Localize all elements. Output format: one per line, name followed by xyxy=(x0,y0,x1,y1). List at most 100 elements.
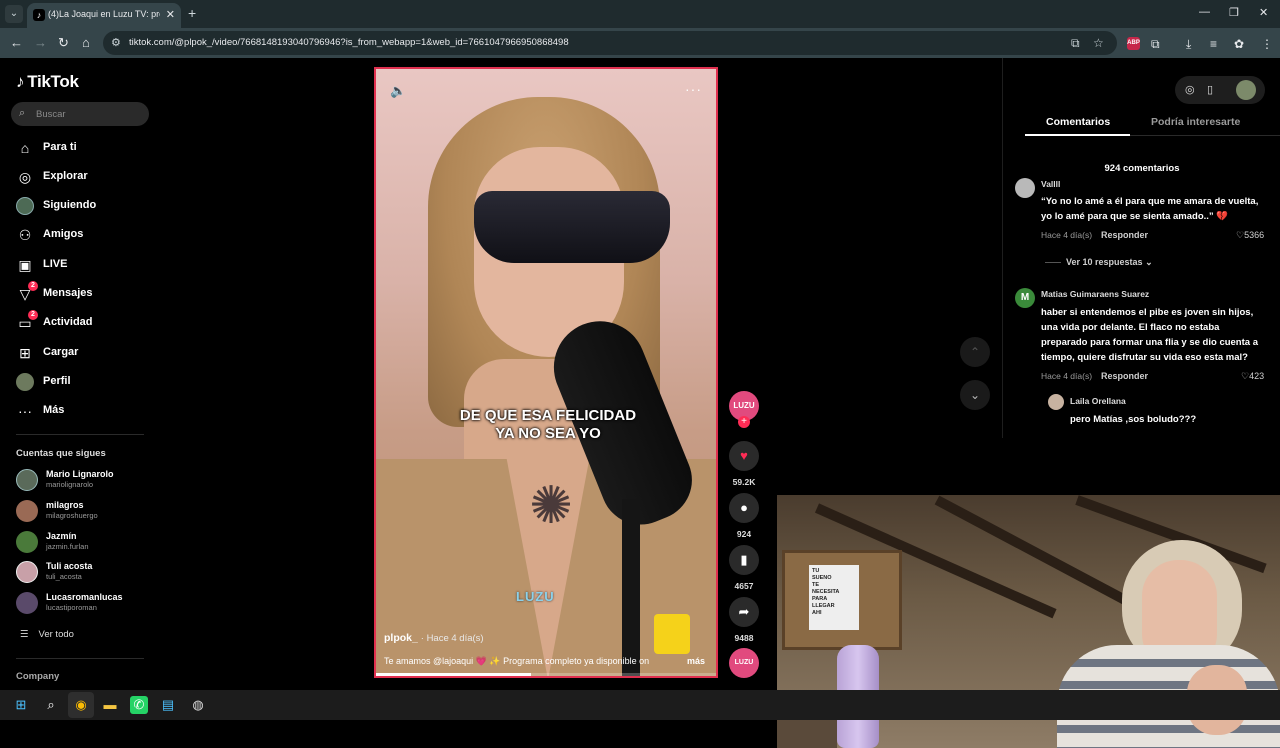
follow-plus-icon[interactable]: + xyxy=(738,416,750,428)
close-tab-icon[interactable]: ✕ xyxy=(166,8,175,21)
search-icon[interactable]: ⌕ xyxy=(42,696,60,714)
tab-comentarios[interactable]: Comentarios xyxy=(1046,116,1110,128)
avatar xyxy=(16,531,38,553)
next-video-button[interactable]: ⌄ xyxy=(960,380,990,410)
account-name: milagros xyxy=(46,500,84,510)
file-explorer-icon[interactable]: ▬ xyxy=(101,696,119,714)
avatar xyxy=(16,469,38,491)
device-icon[interactable]: ▯ xyxy=(1207,83,1213,96)
share-button[interactable]: ➦ xyxy=(729,597,759,627)
extensions-icon[interactable]: ⧉ xyxy=(1151,37,1160,52)
description-more-link[interactable]: más xyxy=(687,656,705,666)
save-button[interactable]: ▮ xyxy=(729,545,759,575)
browser-tab-active[interactable]: ♪ (4)La Joaqui en Luzu TV: progra ✕ xyxy=(27,3,181,28)
sidebar-item-cargar[interactable]: ⊞ Cargar xyxy=(16,343,156,365)
volume-icon[interactable]: 🔈 xyxy=(390,83,406,99)
sidebar: ♪TikTok ⌕ ⌂ Para ti ◎ Explorar Siguiendo… xyxy=(0,58,160,690)
tab-podria-interesarte[interactable]: Podría interesarte xyxy=(1151,116,1240,128)
avatar[interactable]: M xyxy=(1015,288,1035,308)
comment-text: pero Matías ,sos boludo??? xyxy=(1070,414,1197,425)
avatar xyxy=(16,500,38,522)
see-all-link[interactable]: ☰ Ver todo xyxy=(20,629,74,640)
avatar[interactable] xyxy=(1236,80,1256,100)
comment-count-label: 924 comentarios xyxy=(1104,163,1180,174)
comment-like-button[interactable]: ♡5366 xyxy=(1236,230,1264,241)
chrome-menu-icon[interactable]: ⋮ xyxy=(1261,37,1273,51)
new-tab-icon[interactable]: + xyxy=(188,5,196,21)
sidebar-item-actividad[interactable]: ▭ 2 Actividad xyxy=(16,310,156,335)
restore-icon[interactable]: ❐ xyxy=(1229,6,1239,19)
reply-button[interactable]: Responder xyxy=(1101,371,1148,381)
tab-search-dropdown-icon[interactable]: ⌄ xyxy=(5,5,23,23)
address-bar[interactable]: ⚙ tiktok.com/@plpok_/video/7668148193040… xyxy=(103,31,1117,55)
like-count: 59.2K xyxy=(732,477,756,487)
following-account[interactable]: Jazmín jazmin.furlan xyxy=(16,528,156,556)
comment-username[interactable]: Vallll xyxy=(1041,179,1060,189)
browser-tab-bar: ⌄ ♪ (4)La Joaqui en Luzu TV: progra ✕ + … xyxy=(0,0,1280,28)
avatar[interactable] xyxy=(1015,178,1035,198)
sidebar-item-explorar[interactable]: ◎ Explorar xyxy=(16,167,156,189)
site-info-icon[interactable]: ⚙ xyxy=(111,36,121,49)
chevron-down-icon: ⌄ xyxy=(969,388,981,402)
following-account[interactable]: Tuli acosta tuli_acosta xyxy=(16,558,156,586)
bookmark-star-icon[interactable]: ☆ xyxy=(1093,36,1104,50)
sidebar-item-para-ti[interactable]: ⌂ Para ti xyxy=(16,138,156,160)
close-window-icon[interactable]: ✕ xyxy=(1259,6,1268,19)
adblock-extension-icon[interactable]: ABP xyxy=(1127,37,1140,50)
search-icon: ⌕ xyxy=(19,107,26,119)
obs-icon[interactable]: ◍ xyxy=(189,696,207,714)
video-author[interactable]: plpok_ · Hace 4 día(s) xyxy=(384,632,484,644)
sound-disc[interactable]: LUZU xyxy=(729,648,759,678)
tiktok-logo[interactable]: ♪ TikTok xyxy=(16,72,79,92)
media-control-icon[interactable]: ≡ xyxy=(1210,37,1217,51)
view-replies-label: Ver 10 respuestas xyxy=(1066,257,1143,267)
chrome-icon[interactable]: ◉ xyxy=(72,696,90,714)
reload-icon[interactable]: ↻ xyxy=(58,35,69,51)
comment-username[interactable]: Matias Guimaraens Suarez xyxy=(1041,289,1149,299)
download-icon[interactable]: ⤓ xyxy=(1186,37,1191,52)
whatsapp-icon[interactable]: ✆ xyxy=(130,696,148,714)
search-input[interactable] xyxy=(36,106,141,122)
minimize-icon[interactable]: — xyxy=(1199,6,1210,18)
spiderweb-tattoo-icon: ✺ xyxy=(529,477,573,535)
following-account[interactable]: Lucasromanlucas lucastiporoman xyxy=(16,589,156,617)
following-account[interactable]: milagros milagroshuergo xyxy=(16,497,156,525)
video-player[interactable]: ✺ 🔈 ··· DE QUE ESA FELICIDAD YA NO SEA Y… xyxy=(374,67,718,678)
notification-badge: 2 xyxy=(28,281,38,291)
comment-like-button[interactable]: ♡423 xyxy=(1241,371,1264,382)
forward-icon[interactable]: → xyxy=(34,35,47,50)
video-progress-fill xyxy=(376,673,531,676)
home-icon: ⌂ xyxy=(20,140,30,156)
profile-icon[interactable]: ✿ xyxy=(1234,37,1244,51)
compass-icon: ◎ xyxy=(18,169,32,185)
sidebar-item-perfil[interactable]: Perfil xyxy=(16,372,156,394)
view-replies-button[interactable]: Ver 10 respuestas ⌄ xyxy=(1066,257,1153,268)
video-progress-bar[interactable] xyxy=(376,673,716,676)
video-description: Te amamos @lajoaqui 💗 ✨ Programa complet… xyxy=(384,656,650,666)
avatar[interactable] xyxy=(1048,394,1064,410)
following-account[interactable]: Mario Lignarolo mariolignarolo xyxy=(16,466,156,494)
previous-video-button[interactable]: ⌃ xyxy=(960,337,990,367)
avatar xyxy=(16,592,38,614)
company-link[interactable]: Company xyxy=(16,671,59,682)
sidebar-item-label: Mensajes xyxy=(43,287,93,299)
comment-username[interactable]: Laila Orellana xyxy=(1070,396,1126,406)
sidebar-item-mas[interactable]: ··· Más xyxy=(16,401,156,423)
compass-icon[interactable]: ◎ xyxy=(1185,83,1195,96)
like-button[interactable]: ♥ xyxy=(729,441,759,471)
save-count: 4657 xyxy=(734,581,754,591)
more-options-icon[interactable]: ··· xyxy=(685,81,702,97)
reply-button[interactable]: Responder xyxy=(1101,230,1148,240)
notepad-icon[interactable]: ▤ xyxy=(159,696,177,714)
home-button-icon[interactable]: ⌂ xyxy=(82,35,90,50)
search-box[interactable]: ⌕ xyxy=(11,102,149,126)
sidebar-item-amigos[interactable]: ⚇ Amigos xyxy=(16,225,156,247)
comment-button[interactable]: ● xyxy=(729,493,759,523)
windows-start-icon[interactable]: ⊞ xyxy=(12,696,30,714)
sidebar-item-mensajes[interactable]: ▽ 2 Mensajes xyxy=(16,281,156,306)
video-caption: DE QUE ESA FELICIDAD YA NO SEA YO xyxy=(459,407,637,442)
back-icon[interactable]: ← xyxy=(10,35,23,50)
sidebar-item-live[interactable]: ▣ LIVE xyxy=(16,255,156,277)
sidebar-item-siguiendo[interactable]: Siguiendo xyxy=(16,196,156,218)
install-app-icon[interactable]: ⧉ xyxy=(1071,36,1080,51)
